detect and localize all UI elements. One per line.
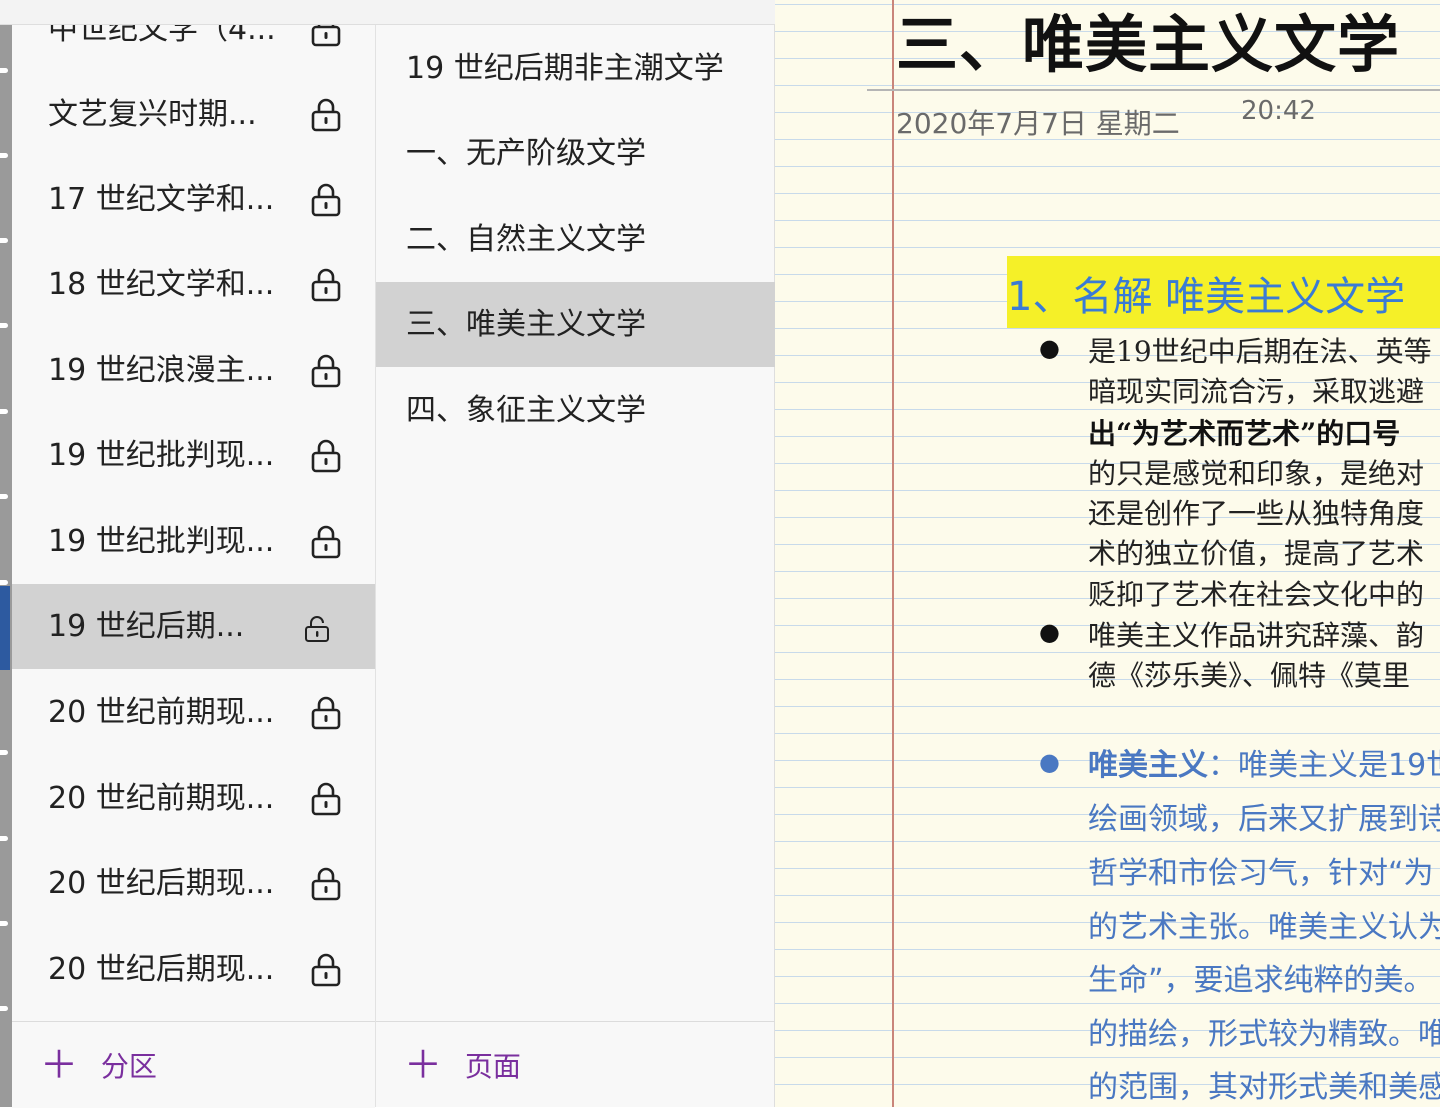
- section-group-rail: [0, 0, 12, 1107]
- term-bold: 唯美主义: [1088, 748, 1208, 783]
- page-item[interactable]: 一、无产阶级文学: [376, 111, 775, 196]
- section-item[interactable]: 20 世纪后期现...: [12, 927, 375, 1012]
- page-item-selected[interactable]: 三、唯美主义文学: [376, 282, 775, 367]
- page-label: 三、唯美主义文学: [406, 307, 646, 342]
- bullet-line[interactable]: 唯美主义作品讲究辞藻、韵: [1088, 614, 1424, 654]
- section-item[interactable]: 17 世纪文学和...: [12, 157, 375, 242]
- section-item[interactable]: 20 世纪后期现...: [12, 841, 375, 926]
- add-page-label: 页面: [464, 1050, 521, 1083]
- selected-section-marker: [0, 586, 10, 670]
- add-section-button[interactable]: ＋ 分区: [40, 1022, 157, 1110]
- section-list: 中世纪文学（4... 文艺复兴时期... 17 世纪文学和... 18 世纪文学…: [12, 0, 375, 1022]
- page-item[interactable]: 19 世纪后期非主潮文学: [376, 26, 775, 111]
- note-time: 20:42: [1241, 96, 1316, 126]
- note-canvas[interactable]: 三、唯美主义文学 2020年7月7日 星期二 20:42 1、名解 唯美主义文学…: [775, 0, 1440, 1107]
- bullet-line[interactable]: 德《莎乐美》、佩特《莫里: [1088, 654, 1410, 694]
- add-page-button[interactable]: ＋ 页面: [404, 1022, 521, 1110]
- bullet-line-blue[interactable]: 生命”，要追求纯粹的美。: [1088, 955, 1434, 999]
- section-item[interactable]: 19 世纪批判现...: [12, 413, 375, 498]
- add-page-bar: ＋ 页面: [376, 1021, 775, 1108]
- section-label: 文艺复兴时期...: [48, 97, 257, 132]
- lock-icon: [311, 953, 341, 987]
- section-item[interactable]: 文艺复兴时期...: [12, 72, 375, 157]
- lock-icon: [311, 183, 341, 217]
- bullet-line-blue[interactable]: 哲学和市侩习气，针对“为: [1088, 848, 1434, 892]
- rail-tick: [0, 153, 8, 158]
- pages-pane: 19 世纪后期非主潮文学 一、无产阶级文学 二、自然主义文学 三、唯美主义文学 …: [375, 0, 775, 1107]
- rail-tick: [0, 921, 8, 926]
- rail-tick: [0, 1006, 8, 1011]
- rail-tick: [0, 580, 8, 585]
- bullet-line[interactable]: 术的独立价值，提高了艺术: [1088, 532, 1424, 572]
- unlock-icon[interactable]: [304, 615, 330, 643]
- section-label: 19 世纪后期...: [48, 609, 245, 644]
- page-item[interactable]: 二、自然主义文学: [376, 197, 775, 282]
- bullet-line-blue[interactable]: 的艺术主张。唯美主义认为: [1088, 902, 1440, 946]
- lock-icon: [311, 98, 341, 132]
- section-label: 19 世纪批判现...: [48, 524, 275, 559]
- section-label: 20 世纪后期现...: [48, 866, 275, 901]
- bullet-line-bold[interactable]: 出“为艺术而艺术”的口号: [1088, 412, 1400, 452]
- bullet-dot: ●: [1039, 334, 1060, 362]
- heading-text: 1、名解 唯美主义文学: [1007, 274, 1406, 320]
- section-item[interactable]: 20 世纪前期现...: [12, 756, 375, 841]
- section-label: 19 世纪批判现...: [48, 438, 275, 473]
- note-title[interactable]: 三、唯美主义文学: [896, 0, 1400, 84]
- rail-tick: [0, 494, 8, 499]
- page-label: 二、自然主义文学: [406, 222, 646, 257]
- rail-tick: [0, 836, 8, 841]
- lock-icon: [311, 867, 341, 901]
- bullet-line[interactable]: 是19世纪中后期在法、英等: [1088, 330, 1432, 370]
- page-label: 一、无产阶级文学: [406, 136, 646, 171]
- bullet-line-blue[interactable]: 的描绘，形式较为精致。唯: [1088, 1009, 1440, 1053]
- rail-tick: [0, 409, 8, 414]
- add-section-bar: ＋ 分区: [12, 1021, 375, 1108]
- lock-icon: [311, 696, 341, 730]
- plus-icon: ＋: [404, 1043, 443, 1087]
- section-label: 17 世纪文学和...: [48, 182, 275, 217]
- bullet-dot: ●: [1039, 748, 1060, 776]
- bullet-line-blue[interactable]: 的范围，其对形式美和美感: [1088, 1062, 1440, 1106]
- section-item[interactable]: 20 世纪前期现...: [12, 670, 375, 755]
- page-label: 19 世纪后期非主潮文学: [406, 51, 724, 86]
- section-item[interactable]: 19 世纪浪漫主...: [12, 328, 375, 413]
- rail-tick: [0, 68, 8, 73]
- section-item[interactable]: 18 世纪文学和...: [12, 242, 375, 327]
- rail-tick: [0, 323, 8, 328]
- bullet-line[interactable]: 暗现实同流合污，采取逃避: [1088, 370, 1424, 410]
- page-label: 四、象征主义文学: [406, 393, 646, 428]
- rail-tick: [0, 750, 8, 755]
- top-toolbar-edge: [0, 0, 775, 25]
- bullet-line[interactable]: 的只是感觉和印象，是绝对: [1088, 452, 1424, 492]
- bullet-line-blue[interactable]: 绘画领域，后来又扩展到诗: [1088, 794, 1440, 838]
- title-underline: [867, 89, 1440, 91]
- lock-icon: [311, 782, 341, 816]
- lock-icon: [311, 525, 341, 559]
- section-label: 18 世纪文学和...: [48, 267, 275, 302]
- add-section-label: 分区: [100, 1050, 157, 1083]
- bullet-line[interactable]: 贬抑了艺术在社会文化中的: [1088, 573, 1424, 613]
- section-label: 20 世纪前期现...: [48, 781, 275, 816]
- section-label: 20 世纪前期现...: [48, 695, 275, 730]
- section-label: 19 世纪浪漫主...: [48, 353, 275, 388]
- highlighted-heading[interactable]: 1、名解 唯美主义文学: [1007, 256, 1440, 328]
- page-item[interactable]: 四、象征主义文学: [376, 368, 775, 453]
- bullet-dot: ●: [1039, 618, 1060, 646]
- lock-icon: [311, 268, 341, 302]
- section-item-selected[interactable]: 19 世纪后期...: [12, 584, 375, 669]
- note-date: 2020年7月7日 星期二: [896, 107, 1180, 140]
- sections-pane: 中世纪文学（4... 文艺复兴时期... 17 世纪文学和... 18 世纪文学…: [12, 0, 375, 1108]
- section-label: 20 世纪后期现...: [48, 952, 275, 987]
- margin-line: [892, 0, 894, 1107]
- section-item[interactable]: 19 世纪批判现...: [12, 499, 375, 584]
- bullet-line-blue[interactable]: 唯美主义：唯美主义是19世纪: [1088, 740, 1440, 784]
- bullet-line[interactable]: 还是创作了一些从独特角度: [1088, 492, 1424, 532]
- lock-icon: [311, 439, 341, 473]
- term-definition: ：唯美主义是19世纪: [1208, 748, 1440, 783]
- rail-tick: [0, 238, 8, 243]
- lock-icon: [311, 354, 341, 388]
- plus-icon: ＋: [40, 1043, 79, 1087]
